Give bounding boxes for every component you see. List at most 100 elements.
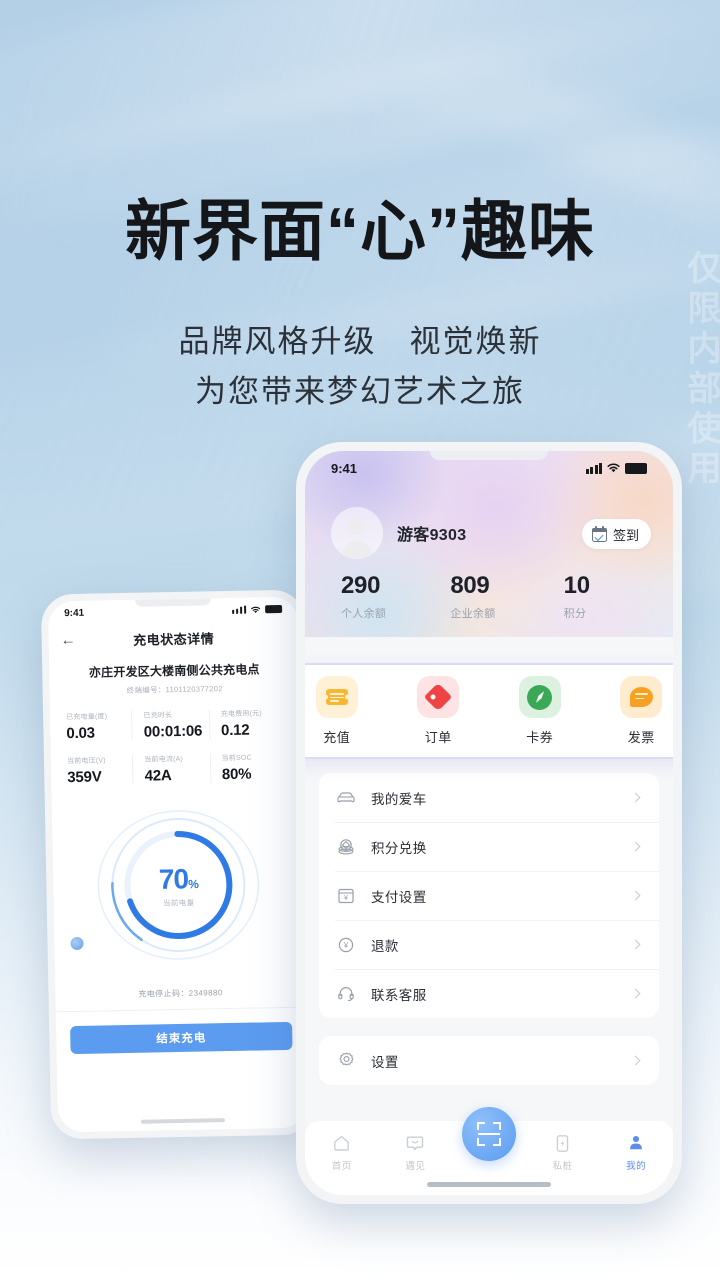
stat-value: 10 (563, 572, 590, 599)
stat-enterprise-balance[interactable]: 809 企业余额 (428, 574, 537, 621)
tab-discover[interactable]: 遇见 (379, 1133, 453, 1172)
charging-stats-grid: 已充电量(度) 0.03 已充时长 00:01:06 充电费用(元) 0.12 … (64, 707, 288, 786)
avatar[interactable] (331, 507, 383, 559)
home-indicator (427, 1182, 551, 1187)
promo-poster: 仅限内部使用 新界面“心”趣味 品牌风格升级 视觉焕新 为您带来梦幻艺术之旅 9… (0, 0, 720, 1280)
right-phone-screen: 9:41 游客9303 签到 290 个人余额 809 企业余额 10 积分 我… (305, 451, 673, 1195)
page-title: 充电状态详情 (133, 630, 215, 648)
menu-item-payment-settings[interactable]: ¥ 支付设置 (319, 871, 659, 920)
quick-action-invoice[interactable]: 发票 (591, 676, 674, 746)
quick-actions-card: 充值 订单 卡券 发票 (305, 663, 673, 759)
battery-icon (625, 462, 647, 474)
home-indicator (140, 1118, 225, 1124)
quick-action-label: 充值 (323, 730, 351, 745)
stat-label: 已充时长 (143, 712, 173, 720)
stat-points[interactable]: 10 积分 (538, 574, 651, 621)
menu-item-refund[interactable]: ¥ 退款 (319, 920, 659, 969)
compass-icon (518, 676, 561, 718)
balance-stats: 290 个人余额 809 企业余额 10 积分 (305, 574, 673, 621)
stat-cell: 充电费用(元) 0.12 (208, 707, 287, 740)
chat-icon (379, 1133, 453, 1153)
menu-label: 我的爱车 (371, 791, 427, 807)
quick-action-orders[interactable]: 订单 (388, 676, 490, 746)
stat-caption: 企业余额 (450, 608, 496, 620)
quick-action-label: 发票 (627, 730, 655, 745)
stat-value: 359V (67, 768, 102, 787)
phone-mockup-profile: 9:41 游客9303 签到 290 个人余额 809 企业余额 10 积分 我… (296, 442, 682, 1204)
tab-label: 私桩 (552, 1161, 573, 1172)
scan-fab-button[interactable] (462, 1107, 516, 1161)
wifi-icon (251, 606, 261, 613)
charging-bolt-icon (70, 936, 84, 951)
status-time: 9:41 (331, 460, 358, 476)
chevron-right-icon (630, 792, 641, 803)
stat-value: 0.12 (220, 721, 250, 740)
user-block[interactable]: 游客9303 (331, 507, 466, 559)
car-icon (335, 787, 357, 809)
refund-icon: ¥ (335, 934, 357, 956)
stat-value: 809 (450, 572, 490, 599)
stop-code: 充电停止码：2349880 (138, 988, 223, 999)
menu-item-contact-support[interactable]: 联系客服 (319, 969, 659, 1018)
tab-profile[interactable]: 我的 (599, 1133, 673, 1172)
tab-label: 遇见 (405, 1161, 426, 1172)
chevron-right-icon (630, 1055, 641, 1066)
stat-cell: 当前SOC 80% (209, 751, 288, 784)
phone-mockup-charging-status: 9:41 ← 充电状态详情 亦庄开发区大楼南侧公共充电点 终端编号：110112… (40, 589, 316, 1140)
stat-label: 当前SOC (221, 754, 252, 763)
quick-action-coupons[interactable]: 卡券 (489, 676, 591, 746)
account-menu-list: 我的爱车 积分兑换 ¥ 支付设置 ¥ 退款 联系客服 (319, 773, 659, 1018)
left-navbar: ← 充电状态详情 (48, 621, 299, 656)
chevron-right-icon (630, 939, 641, 950)
stat-caption: 个人余额 (341, 608, 387, 620)
person-icon (599, 1133, 673, 1153)
stat-label: 当前电压(V) (66, 757, 106, 766)
tag-icon (417, 676, 460, 718)
stat-personal-balance[interactable]: 290 个人余额 (327, 574, 428, 621)
status-time: 9:41 (64, 607, 85, 619)
points-coin-icon (335, 836, 357, 858)
gear-icon (335, 1050, 357, 1072)
checkin-button[interactable]: 签到 (581, 519, 651, 549)
promo-subline-2: 为您带来梦幻艺术之旅 (195, 374, 525, 409)
back-arrow-icon[interactable]: ← (61, 631, 76, 648)
stat-value: 0.03 (66, 724, 96, 743)
svg-text:¥: ¥ (343, 941, 349, 950)
stat-value: 42A (144, 767, 172, 785)
chevron-right-icon (630, 890, 641, 901)
signal-bars-icon (231, 605, 247, 615)
stat-value: 80% (221, 765, 252, 784)
scan-icon (477, 1122, 501, 1146)
stat-cell: 当前电压(V) 359V (65, 755, 133, 786)
stat-cell: 已充时长 00:01:06 (131, 709, 210, 741)
menu-item-my-car[interactable]: 我的爱车 (319, 773, 659, 822)
terminal-number: 终端编号：1101120377202 (126, 684, 223, 695)
quick-action-recharge[interactable]: 充值 (305, 676, 388, 746)
divider (55, 1006, 306, 1013)
quick-action-label: 卡券 (526, 730, 554, 745)
end-charging-button[interactable]: 结束充电 (70, 1021, 293, 1055)
gauge-percent: 70% (158, 863, 198, 895)
station-name: 亦庄开发区大楼南侧公共充电点 (88, 662, 260, 680)
chevron-right-icon (630, 988, 641, 999)
chevron-right-icon (630, 841, 641, 852)
wifi-icon (607, 463, 620, 473)
pile-icon (526, 1133, 600, 1153)
settings-card: 设置 (319, 1036, 659, 1085)
menu-item-points-exchange[interactable]: 积分兑换 (319, 822, 659, 871)
stat-value: 00:01:06 (143, 722, 203, 741)
stat-caption: 积分 (563, 608, 587, 620)
menu-label: 积分兑换 (371, 840, 427, 856)
menu-item-settings[interactable]: 设置 (319, 1036, 659, 1085)
tab-private-pile[interactable]: 私桩 (526, 1133, 600, 1172)
gauge-center: 70% 当前电量 (53, 863, 304, 911)
payment-icon: ¥ (335, 885, 357, 907)
tab-home[interactable]: 首页 (305, 1133, 379, 1172)
stat-label: 当前电流(A) (144, 755, 184, 764)
menu-label: 设置 (371, 1054, 399, 1070)
username: 游客9303 (397, 527, 467, 544)
stat-label: 已充电量(度) (66, 713, 108, 722)
quick-action-label: 订单 (424, 730, 452, 745)
promo-headline: 新界面“心”趣味 (125, 194, 595, 268)
svg-text:¥: ¥ (344, 895, 348, 902)
